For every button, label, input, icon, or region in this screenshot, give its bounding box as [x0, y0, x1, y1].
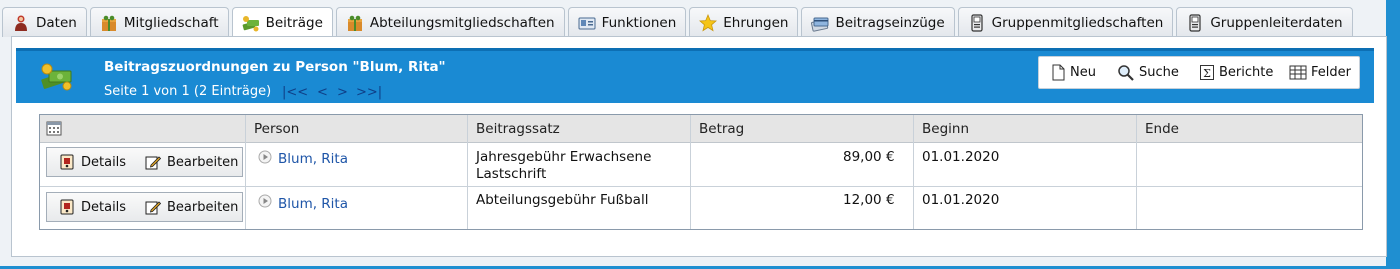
new-button[interactable]: Neu	[1050, 64, 1096, 81]
reports-button-label: Berichte	[1219, 65, 1274, 80]
tab-label: Ehrungen	[723, 14, 789, 31]
tab-label: Beiträge	[265, 15, 323, 31]
expand-arrow-icon[interactable]	[258, 150, 272, 168]
money-icon	[242, 14, 260, 32]
details-button[interactable]: Details	[59, 154, 126, 170]
tab-daten[interactable]: Daten	[2, 7, 87, 37]
search-button-label: Suche	[1139, 65, 1179, 80]
new-button-label: Neu	[1070, 65, 1096, 80]
edit-icon	[145, 156, 161, 170]
phone-icon	[968, 13, 986, 32]
new-document-icon	[1052, 64, 1065, 81]
tab-label: Gruppenleiterdaten	[1210, 14, 1343, 31]
card-icon	[811, 14, 829, 32]
amount-cell: 89,00 €	[843, 149, 895, 165]
tab-abteilungsmitgliedschaften[interactable]: Abteilungsmitgliedschaften	[335, 7, 565, 37]
row-action-group: Details Bearbeiten	[46, 192, 243, 222]
sum-report-icon: Σ	[1200, 65, 1214, 80]
phone-icon	[1186, 13, 1204, 32]
gift-icon	[346, 14, 364, 32]
page-last-link[interactable]: >>|	[356, 85, 382, 100]
start-date-cell: 01.01.2020	[922, 149, 1000, 165]
page-first-link[interactable]: |<<	[282, 85, 308, 100]
rate-cell: Jahresgebühr Erwachsene	[476, 149, 652, 165]
money-icon	[40, 61, 74, 91]
reports-button[interactable]: Σ Berichte	[1199, 64, 1273, 81]
column-divider	[913, 115, 914, 229]
details-icon	[60, 199, 74, 215]
column-divider	[245, 115, 246, 229]
tab-gruppenmitgliedschaften[interactable]: Gruppenmitgliedschaften	[957, 7, 1174, 37]
details-icon	[60, 154, 74, 170]
toolbar: Neu Suche Σ Berichte Felder	[1038, 56, 1360, 89]
start-date-cell: 01.01.2020	[922, 192, 1000, 208]
person-icon	[12, 14, 30, 32]
row-divider	[40, 186, 1362, 187]
search-icon	[1118, 65, 1134, 81]
person-link[interactable]: Blum, Rita	[278, 196, 348, 212]
column-header-beginn[interactable]: Beginn	[922, 121, 969, 137]
grid-fields-icon	[1289, 65, 1307, 80]
window-edge-right	[1386, 0, 1400, 269]
person-link[interactable]: Blum, Rita	[278, 151, 348, 167]
search-button[interactable]: Suche	[1117, 64, 1179, 81]
edit-button[interactable]: Bearbeiten	[145, 154, 238, 170]
details-button-label: Details	[81, 154, 127, 170]
tab-ehrungen[interactable]: Ehrungen	[689, 7, 799, 37]
edit-button-label: Bearbeiten	[167, 199, 239, 215]
star-icon	[699, 13, 718, 32]
tab-label: Beitragseinzüge	[835, 14, 945, 31]
tab-funktionen[interactable]: Funktionen	[567, 7, 687, 37]
page-prev-link[interactable]: <	[317, 85, 328, 100]
paging-info: Seite 1 von 1 (2 Einträge)	[104, 84, 272, 99]
amount-cell: 12,00 €	[843, 192, 895, 208]
tab-gruppenleiterdaten[interactable]: Gruppenleiterdaten	[1176, 7, 1353, 37]
details-button[interactable]: Details	[59, 199, 126, 215]
tab-beitraege[interactable]: Beiträge	[231, 7, 333, 38]
rate-cell: Abteilungsgebühr Fußball	[476, 192, 649, 208]
tab-label: Abteilungsmitgliedschaften	[369, 14, 555, 31]
edit-button-label: Bearbeiten	[167, 154, 239, 170]
column-header-person[interactable]: Person	[254, 121, 299, 137]
column-header-ende[interactable]: Ende	[1145, 121, 1179, 137]
row-action-group: Details Bearbeiten	[46, 147, 243, 177]
column-divider	[690, 115, 691, 229]
column-divider	[1136, 115, 1137, 229]
tab-bar: Daten Mitgliedschaft Beiträge Abteilungs…	[2, 7, 1356, 38]
rate-cell-line2: Lastschrift	[476, 166, 547, 182]
column-header-beitragssatz[interactable]: Beitragssatz	[476, 121, 560, 137]
fields-button[interactable]: Felder	[1289, 64, 1351, 81]
edit-icon	[145, 201, 161, 215]
column-divider	[467, 115, 468, 229]
gift-icon	[100, 14, 118, 32]
section-title: Beitragszuordnungen zu Person "Blum, Rit…	[104, 59, 446, 75]
edit-button[interactable]: Bearbeiten	[145, 199, 238, 215]
tab-label: Funktionen	[601, 14, 677, 31]
column-header-betrag[interactable]: Betrag	[699, 121, 744, 137]
tab-mitgliedschaft[interactable]: Mitgliedschaft	[89, 7, 229, 37]
tab-label: Gruppenmitgliedschaften	[991, 14, 1164, 31]
page-next-link[interactable]: >	[337, 85, 348, 100]
column-chooser-icon[interactable]	[46, 120, 62, 140]
expand-arrow-icon[interactable]	[258, 194, 272, 212]
svg-text:Σ: Σ	[1203, 67, 1211, 80]
details-button-label: Details	[81, 199, 127, 215]
tab-label: Daten	[36, 14, 77, 31]
id-card-icon	[578, 14, 596, 32]
tab-beitragseinzuege[interactable]: Beitragseinzüge	[801, 7, 955, 37]
tab-label: Mitgliedschaft	[123, 14, 219, 31]
fields-button-label: Felder	[1311, 65, 1351, 80]
